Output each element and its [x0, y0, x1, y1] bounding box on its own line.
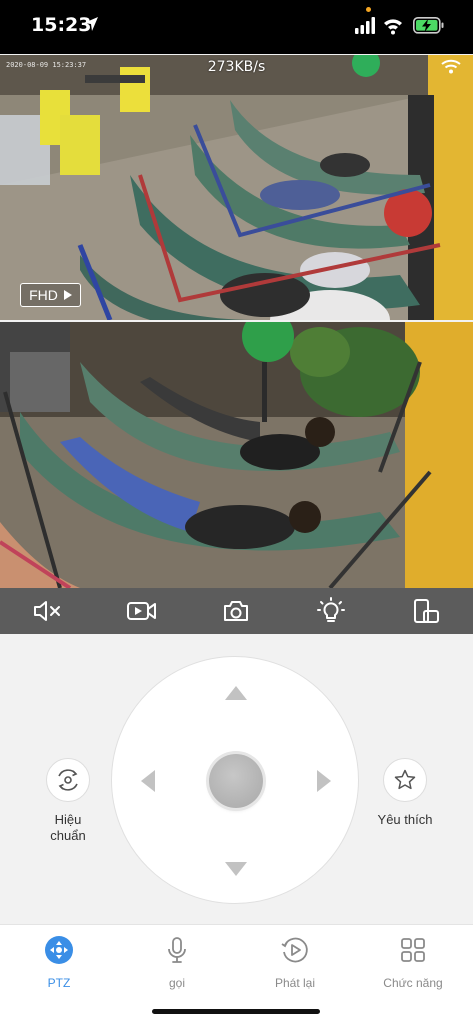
battery-icon [413, 17, 444, 34]
pan-left-arrow-icon[interactable] [140, 769, 156, 793]
favorite-control[interactable]: Yêu thích [372, 758, 438, 828]
ptz-control-area: Hiệu chuẩn Yêu thích [0, 634, 473, 924]
pan-up-arrow-icon[interactable] [224, 685, 248, 701]
quality-fhd-button[interactable]: FHD [20, 283, 81, 307]
stream-wifi-icon [441, 59, 461, 74]
location-arrow-icon [84, 17, 98, 31]
status-icons [355, 14, 451, 43]
ptz-joystick[interactable] [111, 656, 359, 904]
favorite-button[interactable] [383, 758, 427, 802]
playback-icon [281, 937, 308, 963]
light-bulb-icon [317, 597, 346, 622]
calibrate-button[interactable] [46, 758, 90, 802]
quality-label: FHD [29, 287, 58, 303]
calibrate-icon [58, 769, 78, 791]
signal-icon [355, 17, 375, 34]
speaker-mute-icon [34, 601, 61, 621]
camera-icon [224, 601, 249, 621]
microphone-icon [168, 937, 186, 963]
mute-button[interactable] [23, 591, 71, 631]
calibrate-control[interactable]: Hiệu chuẩn [40, 758, 96, 844]
pan-right-arrow-icon[interactable] [316, 769, 332, 793]
record-button[interactable] [118, 591, 166, 631]
ptz-icon [45, 936, 73, 964]
light-button[interactable] [307, 591, 355, 631]
status-bar: 15:23 [0, 0, 473, 54]
calibrate-label: Hiệu chuẩn [50, 812, 86, 843]
favorite-label: Yêu thích [377, 812, 433, 827]
rotate-screen-button[interactable] [402, 591, 450, 631]
tab-playback[interactable]: Phát lại [236, 935, 354, 990]
tab-functions[interactable]: Chức năng [354, 935, 472, 990]
video-record-icon [126, 602, 156, 620]
tab-ptz-label: PTZ [47, 976, 71, 990]
camera-toolbar [0, 588, 473, 634]
tab-functions-label: Chức năng [383, 976, 443, 990]
tab-playback-label: Phát lại [274, 976, 316, 990]
home-indicator[interactable] [152, 1009, 320, 1014]
snapshot-button[interactable] [212, 591, 260, 631]
pan-down-arrow-icon[interactable] [224, 861, 248, 877]
privacy-indicator [366, 7, 371, 12]
wifi-icon [384, 19, 402, 35]
tab-call[interactable]: gọi [118, 935, 236, 990]
stream-bitrate: 273KB/s [207, 59, 266, 75]
grid-icon [401, 938, 425, 962]
camera-feed-primary[interactable]: 2020-08-09 15:23:37 273KB/s FHD [0, 55, 473, 320]
camera-feed-secondary[interactable] [0, 322, 473, 588]
tab-call-label: gọi [168, 976, 185, 990]
star-icon [394, 769, 416, 790]
play-triangle-icon [63, 290, 72, 300]
tab-ptz[interactable]: PTZ [0, 935, 118, 990]
phone-rotate-icon [413, 599, 439, 623]
joystick-knob[interactable] [209, 754, 263, 808]
